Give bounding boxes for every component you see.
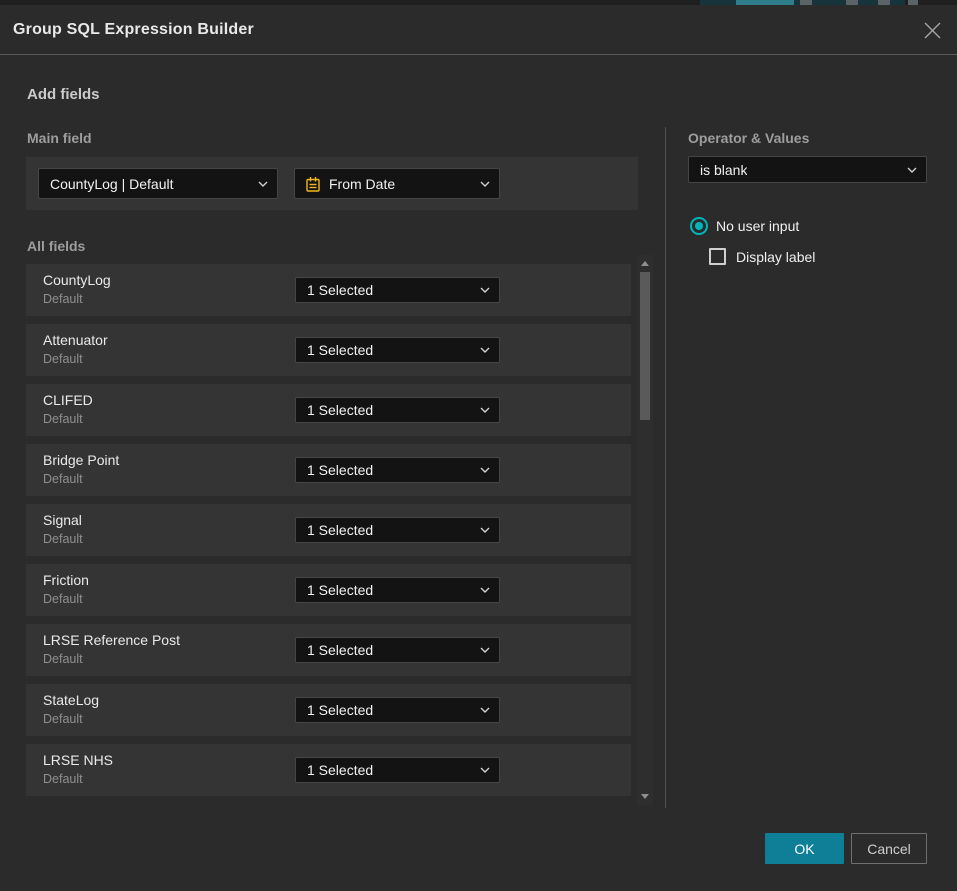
close-icon (924, 22, 941, 39)
main-field-select-value: CountyLog | Default (50, 176, 174, 192)
calendar-icon (305, 176, 321, 193)
chevron-down-icon (480, 181, 490, 187)
chevron-down-icon (258, 181, 268, 187)
field-selection-select[interactable]: 1 Selected (295, 397, 500, 423)
field-subtitle: Default (43, 292, 83, 306)
field-row-countylog[interactable]: CountyLog Default 1 Selected (26, 264, 631, 316)
chevron-down-icon (480, 767, 490, 773)
field-subtitle: Default (43, 772, 83, 786)
field-selection-value: 1 Selected (307, 342, 373, 358)
main-field-label: Main field (27, 130, 92, 146)
field-name: CLIFED (43, 392, 93, 408)
chevron-down-icon (480, 407, 490, 413)
field-name: StateLog (43, 692, 99, 708)
field-row-lrse-nhs[interactable]: LRSE NHS Default 1 Selected (26, 744, 631, 796)
field-selection-select[interactable]: 1 Selected (295, 637, 500, 663)
field-row-lrse-reference-post[interactable]: LRSE Reference Post Default 1 Selected (26, 624, 631, 676)
field-selection-select[interactable]: 1 Selected (295, 457, 500, 483)
main-field-panel: CountyLog | Default From Date (26, 157, 638, 210)
ok-button[interactable]: OK (765, 833, 844, 864)
chevron-down-icon (480, 647, 490, 653)
field-row-clifed[interactable]: CLIFED Default 1 Selected (26, 384, 631, 436)
operator-values-label: Operator & Values (688, 130, 809, 146)
field-name: Bridge Point (43, 452, 119, 468)
scroll-up-icon[interactable] (641, 261, 649, 266)
field-selection-value: 1 Selected (307, 462, 373, 478)
field-row-signal[interactable]: Signal Default 1 Selected (26, 504, 631, 556)
field-selection-select[interactable]: 1 Selected (295, 577, 500, 603)
field-selection-value: 1 Selected (307, 762, 373, 778)
field-selection-value: 1 Selected (307, 402, 373, 418)
field-name: Signal (43, 512, 82, 528)
main-value-select-value: From Date (329, 176, 395, 192)
field-selection-select[interactable]: 1 Selected (295, 277, 500, 303)
screen: Group SQL Expression Builder Add fields … (0, 0, 957, 891)
field-selection-select[interactable]: 1 Selected (295, 517, 500, 543)
display-label-label: Display label (736, 249, 815, 265)
no-user-input-radio[interactable] (690, 217, 708, 235)
field-subtitle: Default (43, 472, 83, 486)
radio-selected-dot (695, 222, 703, 230)
field-name: LRSE NHS (43, 752, 113, 768)
add-fields-heading: Add fields (27, 86, 100, 103)
field-selection-select[interactable]: 1 Selected (295, 757, 500, 783)
column-divider (665, 127, 666, 808)
field-name: Attenuator (43, 332, 108, 348)
chevron-down-icon (907, 167, 917, 173)
dialog-header: Group SQL Expression Builder (0, 5, 957, 55)
list-scrollbar[interactable] (637, 255, 653, 805)
chevron-down-icon (480, 587, 490, 593)
field-name: CountyLog (43, 272, 111, 288)
chevron-down-icon (480, 287, 490, 293)
operator-select-value: is blank (700, 162, 747, 178)
field-selection-value: 1 Selected (307, 642, 373, 658)
all-fields-label: All fields (27, 238, 85, 254)
scrollbar-thumb[interactable] (640, 272, 650, 420)
field-row-friction[interactable]: Friction Default 1 Selected (26, 564, 631, 616)
chevron-down-icon (480, 707, 490, 713)
group-sql-expression-builder-dialog: Group SQL Expression Builder Add fields … (0, 5, 957, 891)
field-selection-select[interactable]: 1 Selected (295, 337, 500, 363)
dialog-title: Group SQL Expression Builder (13, 5, 254, 55)
cancel-button[interactable]: Cancel (851, 833, 927, 864)
field-subtitle: Default (43, 532, 83, 546)
field-subtitle: Default (43, 412, 83, 426)
field-name: LRSE Reference Post (43, 632, 180, 648)
field-row-bridge-point[interactable]: Bridge Point Default 1 Selected (26, 444, 631, 496)
field-selection-value: 1 Selected (307, 282, 373, 298)
field-subtitle: Default (43, 592, 83, 606)
main-value-select[interactable]: From Date (294, 168, 500, 199)
field-subtitle: Default (43, 712, 83, 726)
chevron-down-icon (480, 527, 490, 533)
no-user-input-label: No user input (716, 218, 799, 234)
chevron-down-icon (480, 467, 490, 473)
operator-select[interactable]: is blank (688, 156, 927, 183)
field-subtitle: Default (43, 652, 83, 666)
main-field-select[interactable]: CountyLog | Default (38, 168, 278, 199)
field-selection-value: 1 Selected (307, 582, 373, 598)
display-label-checkbox[interactable] (709, 248, 726, 265)
scroll-down-icon[interactable] (641, 794, 649, 799)
close-button[interactable] (920, 18, 944, 42)
field-name: Friction (43, 572, 89, 588)
field-row-statelog[interactable]: StateLog Default 1 Selected (26, 684, 631, 736)
chevron-down-icon (480, 347, 490, 353)
field-row-attenuator[interactable]: Attenuator Default 1 Selected (26, 324, 631, 376)
field-selection-select[interactable]: 1 Selected (295, 697, 500, 723)
field-subtitle: Default (43, 352, 83, 366)
field-selection-value: 1 Selected (307, 522, 373, 538)
field-selection-value: 1 Selected (307, 702, 373, 718)
